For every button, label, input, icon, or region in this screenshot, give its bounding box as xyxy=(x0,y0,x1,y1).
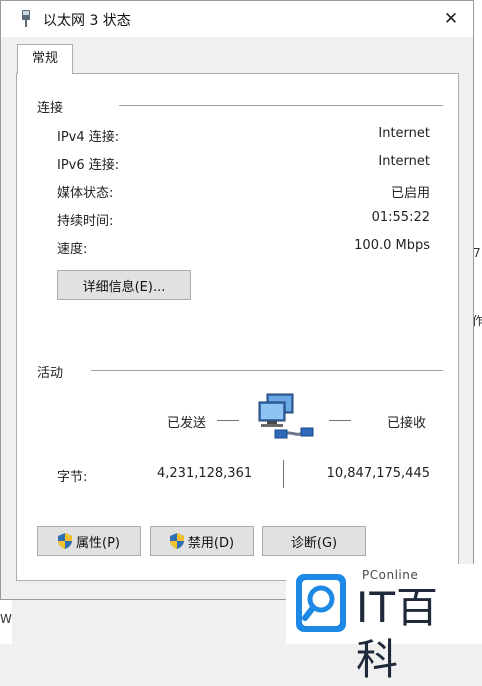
duration-label: 持续时间: xyxy=(57,214,114,229)
title-bar[interactable]: 以太网 3 状态 ✕ xyxy=(1,1,473,37)
received-label: 已接收 xyxy=(387,416,427,431)
group-divider xyxy=(91,370,443,371)
magnifier-logo-icon xyxy=(296,574,346,632)
diagnose-button[interactable]: 诊断(G) xyxy=(262,526,366,556)
media-state-value: 已启用 xyxy=(390,186,430,201)
network-activity-icon xyxy=(253,390,323,446)
background-text: 7 xyxy=(473,246,481,260)
disable-button-label: 禁用(D) xyxy=(187,535,235,551)
speed-label: 速度: xyxy=(57,242,88,257)
connection-group-title: 连接 xyxy=(37,101,64,116)
duration-value: 01:55:22 xyxy=(371,210,430,225)
group-divider xyxy=(119,105,443,106)
close-button[interactable]: ✕ xyxy=(429,1,473,37)
background-text: W xyxy=(0,612,12,626)
tab-general[interactable]: 常规 xyxy=(17,44,73,74)
sent-dash xyxy=(217,420,239,421)
watermark-brand: IT百科 xyxy=(356,583,440,684)
activity-group-title: 活动 xyxy=(37,366,64,381)
activity-divider xyxy=(283,460,284,488)
details-button-label: 详细信息(E)... xyxy=(82,279,166,295)
ipv4-value: Internet xyxy=(378,126,430,141)
status-dialog: 以太网 3 状态 ✕ 常规 连接 IPv4 连接: Internet IPv6 … xyxy=(0,0,474,600)
watermark-site-name: PConline xyxy=(362,568,419,582)
properties-button-label: 属性(P) xyxy=(76,535,120,551)
sent-label: 已发送 xyxy=(167,416,207,431)
general-panel: 连接 IPv4 连接: Internet IPv6 连接: Internet 媒… xyxy=(16,73,459,581)
received-dash xyxy=(329,420,351,421)
window-title: 以太网 3 状态 xyxy=(43,13,131,29)
details-button[interactable]: 详细信息(E)... xyxy=(57,270,191,300)
bytes-sent-value: 4,231,128,361 xyxy=(157,466,253,481)
ipv6-value: Internet xyxy=(378,154,430,169)
speed-value: 100.0 Mbps xyxy=(354,238,430,253)
media-state-label: 媒体状态: xyxy=(57,186,114,201)
bytes-label: 字节: xyxy=(57,470,88,485)
network-adapter-icon xyxy=(19,10,33,28)
close-icon: ✕ xyxy=(443,9,459,29)
shield-icon xyxy=(58,533,72,549)
shield-icon xyxy=(169,533,184,549)
ipv4-label: IPv4 连接: xyxy=(57,130,120,145)
ipv6-label: IPv6 连接: xyxy=(57,158,120,173)
disable-button[interactable]: 禁用(D) xyxy=(150,526,254,556)
watermark: PConline IT百科 xyxy=(286,564,482,684)
bytes-received-value: 10,847,175,445 xyxy=(326,466,430,481)
properties-button[interactable]: 属性(P) xyxy=(37,526,141,556)
diagnose-button-label: 诊断(G) xyxy=(290,535,338,551)
